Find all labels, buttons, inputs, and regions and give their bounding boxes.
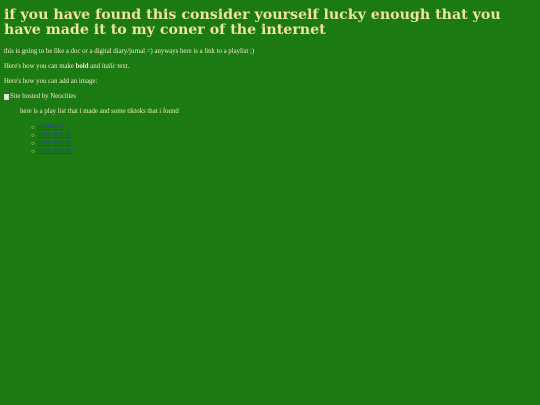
page-title: if you have found this consider yourself… [4,7,501,38]
formatting-prefix: Here's how you can make [4,63,76,70]
intro-text: this is going to be like a doc or a digi… [4,48,255,55]
tiktok-link-3[interactable]: tiktok link #3 [37,147,71,154]
bullet-icon: ○ [31,133,35,139]
list-item: ○ tiktok link #3 [31,147,534,155]
bold-example: bold [75,63,89,70]
list-item: ○ tiktok link #1 [31,131,534,139]
italic-example: italic [101,63,116,70]
formatting-middle: and [88,63,102,70]
formatting-example: Here's how you can make bold and italic … [4,63,534,71]
neocities-image: Site hosted by Neocities [4,93,534,101]
bullet-icon: ○ [31,125,35,131]
playlist-link[interactable]: playlist =) [37,123,63,130]
tiktok-link-1[interactable]: tiktok link #1 [37,131,71,138]
broken-image-icon [4,94,9,100]
formatting-suffix: text. [115,63,130,70]
tiktok-link-2[interactable]: tiktok link #2 [37,139,71,146]
page-content: if you have found this consider yourself… [4,8,534,155]
link-list: ○ playlist =) ○ tiktok link #1 ○ tiktok … [4,123,534,155]
image-hint: Here's how you can add an image: [4,78,98,85]
bullet-icon: ○ [31,149,35,155]
list-item: ○ tiktok link #2 [31,139,534,147]
playlist-intro: here is a play list that i made and some… [20,108,179,115]
list-item: ○ playlist =) [31,123,534,131]
bullet-icon: ○ [31,141,35,147]
image-alt-text: Site hosted by Neocities [10,93,76,100]
